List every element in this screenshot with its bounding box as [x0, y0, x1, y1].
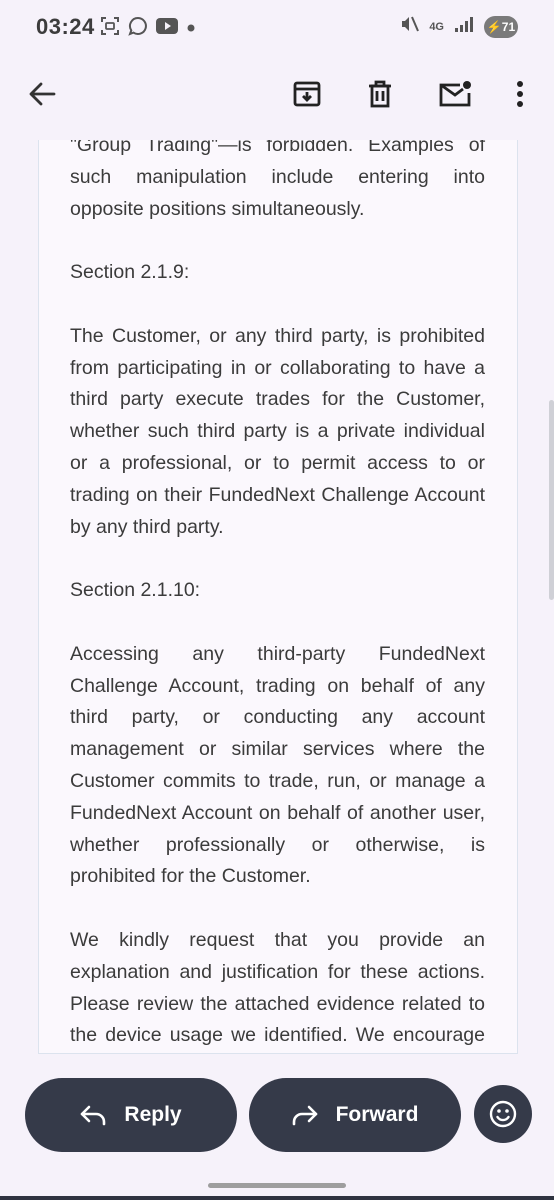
- forward-icon: [292, 1105, 317, 1126]
- home-indicator[interactable]: [208, 1183, 346, 1188]
- scrollbar[interactable]: [549, 400, 554, 600]
- email-toolbar: [0, 56, 554, 140]
- chat-bubble-icon: [128, 16, 148, 41]
- paragraph: Section 2.1.10:: [70, 579, 201, 602]
- delete-button[interactable]: [356, 70, 404, 118]
- archive-icon: [293, 81, 321, 107]
- archive-button[interactable]: [283, 70, 331, 118]
- battery-bolt-icon: ⚡: [486, 19, 502, 34]
- status-time: 03:24: [36, 14, 95, 39]
- paragraph: Accessing any third-party FundedNext Cha…: [70, 642, 485, 888]
- more-vertical-icon: [517, 81, 523, 107]
- reply-icon: [81, 1105, 106, 1126]
- mark-unread-button[interactable]: [431, 70, 479, 118]
- battery-indicator: ⚡ 71: [484, 15, 518, 38]
- reply-button[interactable]: Reply: [25, 1078, 237, 1152]
- email-text: "Group Trading"—is forbidden. Examples o…: [70, 140, 485, 1053]
- screenshot-icon: [100, 16, 120, 41]
- back-button[interactable]: [18, 70, 66, 118]
- paragraph: We kindly request that you provide an ex…: [70, 928, 485, 1047]
- network-type: 4G: [429, 20, 444, 33]
- signal-icon: [454, 15, 474, 38]
- paragraph: "Group Trading"—is forbidden. Examples o…: [70, 140, 485, 220]
- forward-button[interactable]: Forward: [249, 1078, 461, 1152]
- reply-label: Reply: [124, 1103, 182, 1126]
- email-body[interactable]: "Group Trading"—is forbidden. Examples o…: [38, 140, 518, 1054]
- mute-vibrate-icon: [399, 14, 420, 39]
- bottom-edge: [0, 1196, 554, 1200]
- battery-level: 71: [501, 19, 516, 34]
- system-icons: 4G ⚡ 71: [399, 14, 518, 39]
- trash-icon: [369, 80, 391, 108]
- arrow-left-icon: [29, 82, 56, 106]
- paragraph: Section 2.1.9:: [70, 261, 190, 284]
- dot-icon: [186, 20, 196, 38]
- youtube-icon: [156, 17, 178, 40]
- notification-icons: [100, 16, 196, 41]
- emoji-reaction-button[interactable]: [474, 1085, 532, 1143]
- paragraph: The Customer, or any third party, is pro…: [70, 324, 485, 538]
- mail-unread-icon: [439, 81, 471, 107]
- status-bar: 03:24 4G ⚡ 71: [0, 0, 554, 56]
- more-options-button[interactable]: [496, 70, 544, 118]
- forward-label: Forward: [335, 1103, 419, 1126]
- smiley-icon: [489, 1100, 517, 1128]
